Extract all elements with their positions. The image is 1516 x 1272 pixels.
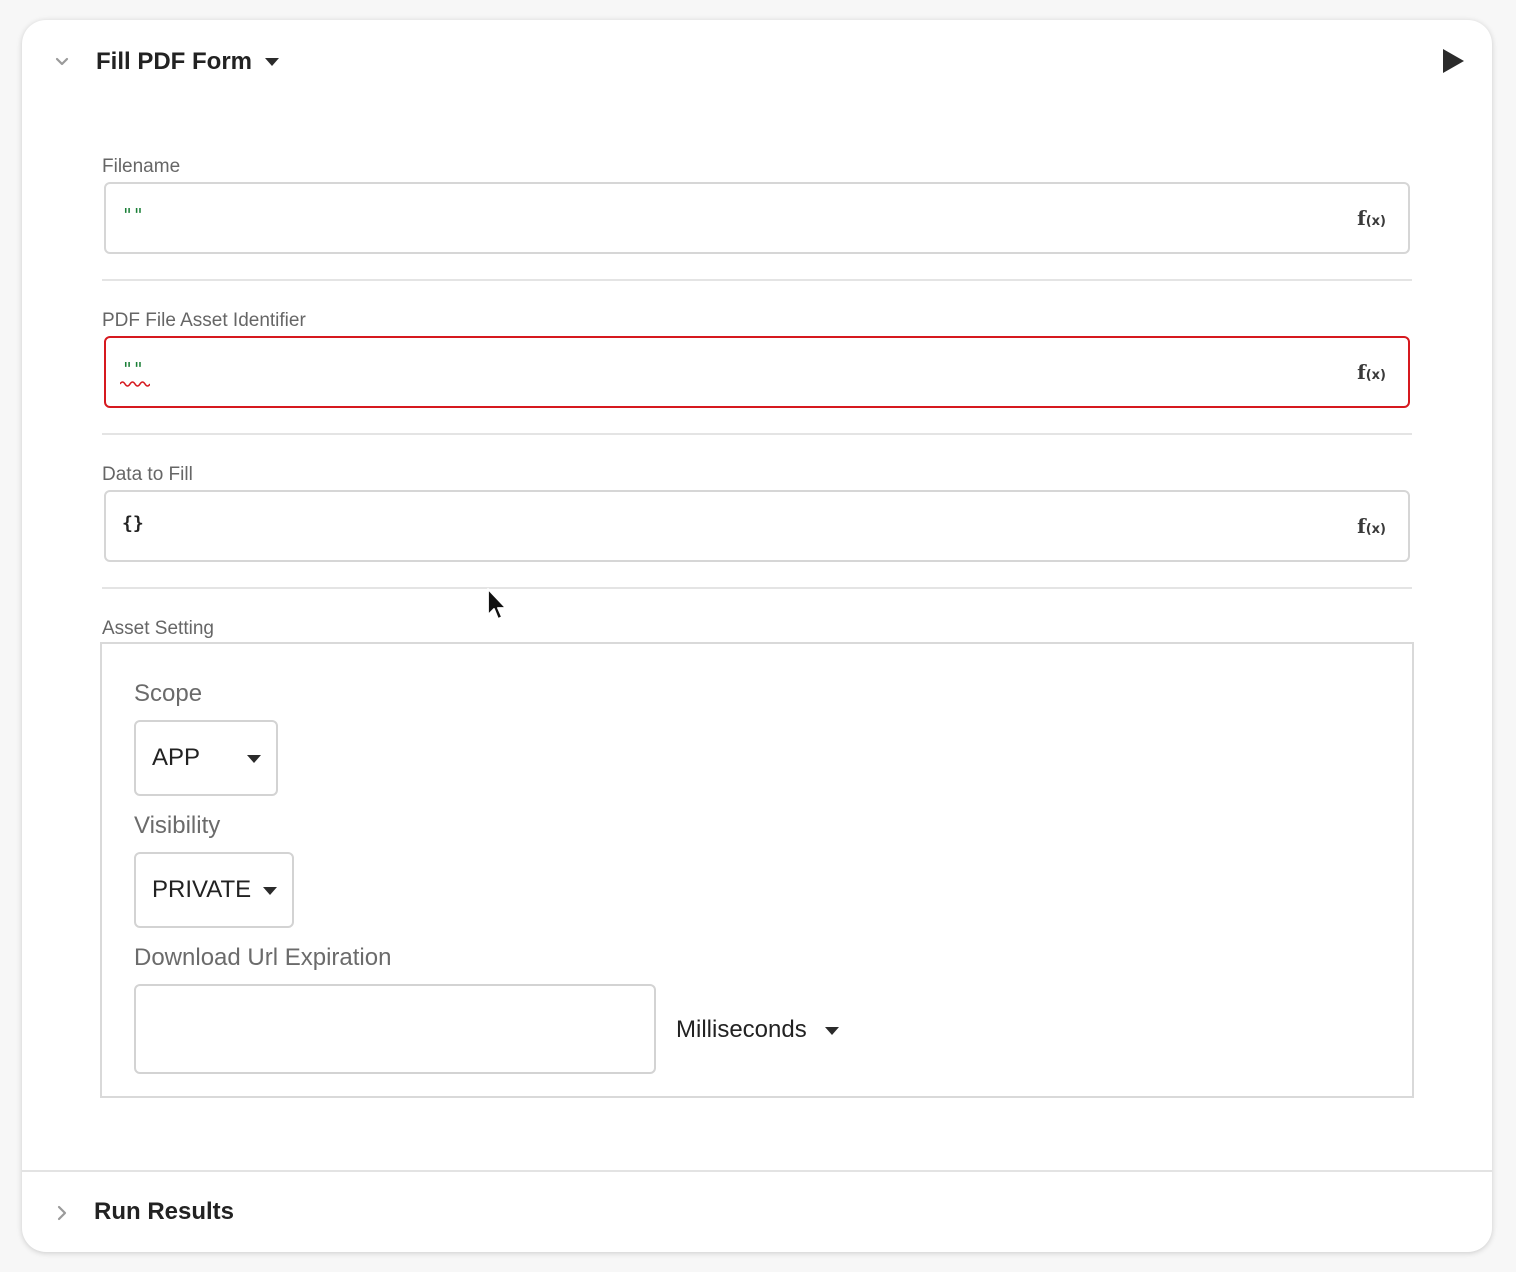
visibility-select[interactable]: PRIVATE (134, 852, 294, 928)
download-url-expiration-input[interactable] (134, 984, 656, 1074)
function-icon[interactable]: f(x) (1357, 360, 1386, 388)
chevron-right-icon[interactable] (54, 1204, 70, 1222)
divider (102, 587, 1412, 589)
filename-label: Filename (102, 156, 181, 177)
scope-label: Scope (134, 680, 203, 707)
play-icon[interactable] (1439, 47, 1467, 75)
time-unit-select[interactable]: Milliseconds (676, 1016, 839, 1046)
step-header: Fill PDF Form (22, 20, 1492, 104)
data-to-fill-label: Data to Fill (102, 464, 193, 485)
data-to-fill-field[interactable]: {} f(x) (104, 490, 1410, 562)
filename-field[interactable]: "" f(x) (104, 182, 1410, 254)
caret-down-icon (825, 1027, 839, 1035)
caret-down-icon (263, 887, 277, 895)
asset-setting-label: Asset Setting (102, 618, 214, 639)
time-unit-value: Milliseconds (676, 1016, 807, 1043)
visibility-value: PRIVATE (152, 876, 252, 903)
scope-value: APP (152, 744, 201, 771)
divider (102, 279, 1412, 281)
step-title[interactable]: Fill PDF Form (96, 48, 252, 76)
spellcheck-squiggle (120, 381, 150, 387)
chevron-down-icon[interactable] (54, 54, 70, 70)
scope-select[interactable]: APP (134, 720, 278, 796)
visibility-label: Visibility (134, 812, 221, 839)
caret-down-icon[interactable] (264, 56, 280, 68)
pdf-asset-identifier-label: PDF File Asset Identifier (102, 310, 306, 331)
data-to-fill-value: {} (122, 513, 144, 534)
step-card: Fill PDF Form Filename "" f(x) PDF File … (22, 20, 1492, 1252)
function-icon[interactable]: f(x) (1357, 514, 1386, 542)
run-results-title[interactable]: Run Results (94, 1198, 234, 1226)
caret-down-icon (247, 755, 261, 763)
filename-value: "" (122, 205, 144, 226)
download-url-expiration-label: Download Url Expiration (134, 944, 392, 971)
asset-setting-group: Scope APP Visibility PRIVATE Download Ur… (100, 642, 1414, 1098)
divider (102, 433, 1412, 435)
pdf-asset-identifier-field[interactable]: "" f(x) (104, 336, 1410, 408)
function-icon[interactable]: f(x) (1357, 206, 1386, 234)
run-results-section[interactable]: Run Results (22, 1170, 1492, 1252)
pdf-asset-identifier-value: "" (122, 359, 144, 380)
